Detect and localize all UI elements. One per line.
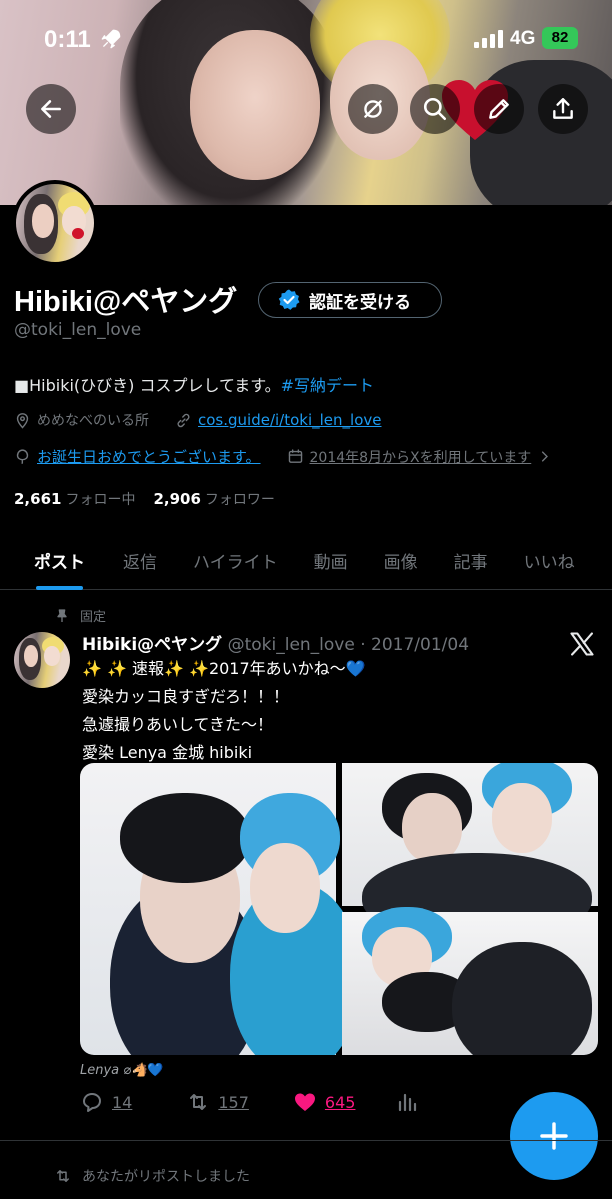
profile-handle: @toki_len_love xyxy=(14,320,142,340)
reply-icon xyxy=(83,1093,101,1112)
post-image-1[interactable] xyxy=(80,763,360,1055)
pinned-indicator: 固定 xyxy=(54,606,106,625)
image-caption-heart: 💙 xyxy=(147,1063,164,1078)
post-image-3[interactable] xyxy=(342,907,598,1055)
followers-link[interactable]: 2,906 フォロワー xyxy=(153,489,274,509)
birthday-icon xyxy=(16,449,29,464)
repost-indicator-label: あなたがリポストしました xyxy=(82,1169,250,1185)
repost-button[interactable]: 157 xyxy=(186,1090,249,1114)
figure-face xyxy=(402,793,462,863)
back-button[interactable] xyxy=(26,84,76,134)
analytics-icon xyxy=(399,1093,417,1112)
bio-text: ■Hibiki(ひびき) コスプレしてます。 xyxy=(14,376,281,395)
post-line: 急遽撮りあいしてきた〜！ xyxy=(82,715,274,734)
birthday-message-link[interactable]: お誕生日おめでとうございます。 xyxy=(37,446,261,467)
like-button[interactable]: 645 xyxy=(293,1090,356,1114)
back-arrow-icon xyxy=(41,100,61,118)
post-author-handle[interactable]: @toki_len_love xyxy=(228,635,355,655)
post-author-avatar[interactable] xyxy=(14,632,70,688)
repost-icon xyxy=(57,1170,69,1182)
mute-button[interactable] xyxy=(348,84,398,134)
link-icon xyxy=(177,413,190,427)
avatar-figure-face xyxy=(24,645,38,667)
post-date[interactable]: 2017/01/04 xyxy=(371,635,469,655)
reply-button[interactable]: 14 xyxy=(80,1090,132,1114)
location-icon xyxy=(16,412,29,429)
profile-location: めめなべのいる所 xyxy=(37,413,149,429)
pin-icon xyxy=(57,608,67,622)
avatar-figure-face xyxy=(44,646,60,666)
search-icon xyxy=(423,97,447,121)
status-bar: 0:11 4G 82 xyxy=(0,0,612,80)
get-verified-button[interactable]: 認証を受ける xyxy=(258,282,442,318)
tab-articles[interactable]: 記事 xyxy=(454,530,488,590)
figure-face xyxy=(492,783,552,853)
edit-icon xyxy=(489,99,509,119)
avatar-figure-face xyxy=(32,204,54,238)
compose-icon xyxy=(540,1122,568,1150)
profile-joined-date[interactable]: 2014年8月からXを利用しています xyxy=(310,447,532,467)
tab-posts[interactable]: ポスト xyxy=(34,530,85,590)
search-button[interactable] xyxy=(410,84,460,134)
image-caption: Lenya ⌀🐴💙 xyxy=(80,1063,163,1078)
mute-icon xyxy=(364,100,382,118)
status-time: 0:11 xyxy=(44,26,91,53)
following-link[interactable]: 2,661 フォロー中 xyxy=(14,489,135,509)
signal-icon xyxy=(474,30,503,48)
profile-meta-row-1: めめなべのいる所 cos.guide/i/toki_len_love xyxy=(14,410,382,430)
post-text: ✨ ✨ 速報✨ ✨2017年あいかね〜💙 愛染カッコ良すぎだろ！！！ 急遽撮りあ… xyxy=(82,655,366,767)
profile-website-link[interactable]: cos.guide/i/toki_len_love xyxy=(198,411,382,429)
following-count: 2,661 xyxy=(14,490,62,508)
pinned-label: 固定 xyxy=(80,610,107,625)
followers-count: 2,906 xyxy=(153,490,201,508)
like-icon xyxy=(294,1093,315,1111)
profile-meta-row-2: お誕生日おめでとうございます。 2014年8月からXを利用しています xyxy=(14,446,552,467)
following-label: フォロー中 xyxy=(65,492,136,508)
figure-hair-black xyxy=(120,793,250,883)
follow-stats: 2,661 フォロー中 2,906 フォロワー xyxy=(14,489,275,509)
post-line: 愛染カッコ良すぎだろ！！！ xyxy=(82,687,290,706)
tab-highlights[interactable]: ハイライト xyxy=(193,530,278,590)
verified-icon xyxy=(278,289,300,310)
x-logo-icon xyxy=(570,632,594,656)
profile-avatar[interactable] xyxy=(12,180,98,266)
repost-indicator: あなたがリポストしました xyxy=(54,1166,250,1186)
post-image-2[interactable] xyxy=(342,763,598,943)
reply-count: 14 xyxy=(112,1092,133,1112)
tab-likes[interactable]: いいね xyxy=(524,530,575,590)
image-caption-text: Lenya ⌀🐴 xyxy=(80,1063,148,1078)
network-type: 4G xyxy=(510,28,536,49)
like-count: 645 xyxy=(324,1092,356,1112)
share-icon xyxy=(553,98,573,119)
followers-label: フォロワー xyxy=(204,492,275,508)
avatar-heart-icon xyxy=(72,228,84,239)
profile-display-name: Hibiki@ペヤング xyxy=(14,286,238,318)
figure-body-dark xyxy=(452,942,592,1055)
bio-hashtag-link[interactable]: #写納デート xyxy=(281,376,374,395)
profile-tabs: ポスト 返信 ハイライト 動画 画像 記事 いいね xyxy=(0,530,612,590)
repost-count: 157 xyxy=(218,1092,249,1112)
share-button[interactable] xyxy=(538,84,588,134)
analytics-button[interactable] xyxy=(395,1090,419,1114)
repost-icon xyxy=(190,1094,207,1110)
battery-indicator: 82 xyxy=(542,27,578,49)
post-header: Hibiki@ペヤング @toki_len_love · 2017/01/04 xyxy=(82,630,469,655)
compose-button[interactable] xyxy=(510,1092,598,1180)
rocket-icon xyxy=(101,29,121,49)
post-media-grid xyxy=(80,763,598,1055)
figure-face xyxy=(250,843,320,933)
calendar-icon xyxy=(288,449,302,463)
tab-media[interactable]: 画像 xyxy=(384,530,418,590)
post-separator: · xyxy=(354,635,372,655)
tab-videos[interactable]: 動画 xyxy=(314,530,348,590)
tab-replies[interactable]: 返信 xyxy=(123,530,157,590)
edit-button[interactable] xyxy=(474,84,524,134)
profile-bio: ■Hibiki(ひびき) コスプレしてます。#写納デート xyxy=(14,372,374,396)
chevron-right-icon xyxy=(542,451,549,462)
post-author-name[interactable]: Hibiki@ペヤング xyxy=(82,635,222,655)
post-actions: 14 157 645 xyxy=(80,1090,419,1114)
post-divider xyxy=(0,1140,612,1141)
get-verified-label: 認証を受ける xyxy=(309,292,411,313)
post-line: ✨ ✨ 速報✨ ✨2017年あいかね〜💙 xyxy=(82,659,366,678)
